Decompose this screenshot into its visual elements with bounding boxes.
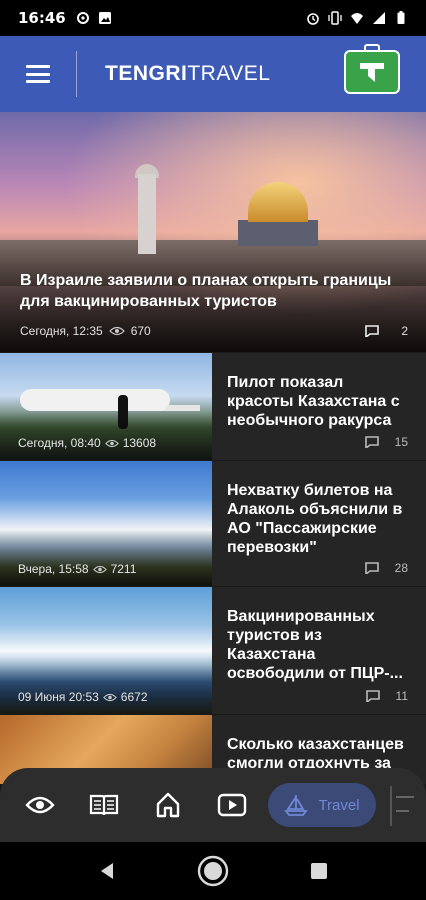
recents-icon[interactable] [309, 861, 329, 881]
nav-book[interactable] [86, 787, 122, 823]
news-meta: 09 Июня 20:53 6672 [18, 690, 148, 704]
hero-meta: Сегодня, 12:35 670 [20, 324, 151, 338]
comment-icon [364, 562, 379, 574]
news-meta: Сегодня, 08:40 13608 [18, 436, 156, 450]
news-item[interactable]: Сегодня, 08:40 13608 Пилот показал красо… [0, 352, 426, 460]
news-title[interactable]: Вакцинированных туристов из Казахстана о… [227, 607, 413, 683]
hero-image-dome-base [238, 220, 318, 246]
news-thumbnail: Сегодня, 08:40 13608 [0, 353, 212, 460]
nav-home[interactable] [150, 787, 186, 823]
news-date: Сегодня, 08:40 [18, 436, 101, 450]
status-bar: 16:46 [0, 0, 426, 36]
nav-travel-label: Travel [318, 796, 360, 814]
home-button-icon[interactable] [197, 855, 229, 887]
news-comment-count: 11 [395, 689, 408, 703]
hero-views: 670 [130, 324, 151, 338]
news-title[interactable]: Нехватку билетов на Алаколь объяснили в … [227, 481, 413, 557]
suitcase-handle [364, 44, 380, 52]
news-title[interactable]: Пилот показал красоты Казахстана с необы… [227, 373, 413, 430]
vibrate-icon [328, 11, 342, 25]
sailboat-icon [284, 795, 309, 816]
alarm-icon [307, 13, 319, 25]
brand-logo: TENGRITRAVEL [105, 62, 270, 86]
news-date: 09 Июня 20:53 [18, 690, 99, 704]
menu-icon[interactable] [26, 65, 50, 83]
comment-icon [364, 436, 379, 448]
views-icon [104, 439, 119, 447]
news-meta: Вчера, 15:58 7211 [18, 562, 136, 576]
home-icon [156, 792, 180, 818]
wifi-icon [351, 13, 363, 24]
views-icon [108, 326, 125, 336]
news-thumbnail: 09 Июня 20:53 6672 [0, 587, 212, 714]
app-header: TENGRITRAVEL [0, 36, 426, 112]
eye-icon [25, 796, 55, 814]
hero-image-tower [138, 174, 156, 254]
news-comments: 11 [365, 689, 408, 703]
image-icon [98, 12, 111, 24]
book-icon [89, 794, 119, 816]
views-icon [92, 565, 107, 573]
news-comment-count: 15 [394, 435, 408, 449]
hero-date: Сегодня, 12:35 [20, 324, 103, 338]
news-item[interactable]: Вчера, 15:58 7211 Нехватку билетов на Ал… [0, 460, 426, 586]
hero-article[interactable]: В Израиле заявили о планах открыть грани… [0, 112, 426, 352]
status-time: 16:46 [18, 9, 66, 27]
comment-icon [365, 690, 380, 702]
news-comments: 28 [364, 561, 408, 575]
nav-separator [390, 786, 392, 826]
brand-bold: TENGRI [105, 62, 188, 85]
header-divider [76, 51, 77, 97]
news-feed[interactable]: В Израиле заявили о планах открыть грани… [0, 112, 426, 842]
news-thumbnail: Вчера, 15:58 7211 [0, 461, 212, 586]
views-icon [102, 693, 117, 701]
news-date: Вчера, 15:58 [18, 562, 89, 576]
play-icon [217, 793, 247, 817]
tengri-t-icon [360, 63, 384, 82]
bottom-navigation: Travel [0, 768, 426, 842]
nav-more-icon[interactable] [396, 796, 414, 812]
nav-eye[interactable] [22, 787, 58, 823]
nav-video[interactable] [214, 787, 250, 823]
news-views: 13608 [122, 436, 157, 450]
suitcase-button[interactable] [344, 44, 400, 94]
nav-travel[interactable]: Travel [268, 783, 376, 827]
sync-icon [76, 12, 89, 24]
news-comment-count: 28 [394, 561, 408, 575]
hero-comment-count: 2 [401, 324, 408, 338]
battery-icon [397, 11, 405, 24]
signal-icon [373, 12, 385, 24]
news-comments: 15 [364, 435, 408, 449]
brand-light: TRAVEL [187, 62, 271, 85]
system-navigation [0, 842, 426, 900]
hero-image [0, 112, 426, 352]
news-item[interactable]: 09 Июня 20:53 6672 Вакцинированных турис… [0, 586, 426, 714]
hero-comments: 2 [365, 324, 408, 338]
comment-icon [365, 325, 380, 337]
news-views: 6672 [120, 690, 148, 704]
hero-title[interactable]: В Израиле заявили о планах открыть грани… [20, 270, 410, 312]
news-views: 7211 [110, 562, 137, 576]
back-icon[interactable] [97, 861, 117, 881]
